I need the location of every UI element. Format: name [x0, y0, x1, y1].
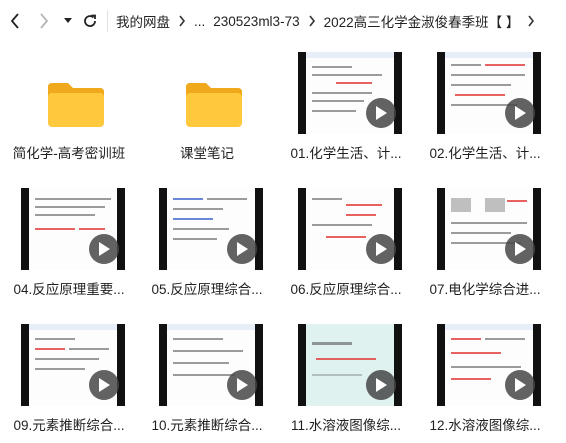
folder-tile[interactable]: 课堂笔记: [138, 42, 276, 170]
chevron-left-icon[interactable]: [4, 7, 26, 35]
video-tile[interactable]: 02.化学生活、计...: [416, 42, 554, 170]
file-name: 10.元素推断综合...: [151, 418, 263, 433]
file-name: 简化学-高考密训班: [12, 146, 126, 161]
folder-icon: [21, 52, 125, 134]
video-tile[interactable]: 05.反应原理综合...: [138, 178, 276, 306]
breadcrumb-item-current[interactable]: 2022高三化学金淑俊春季班【 】: [320, 11, 524, 31]
video-thumbnail: [298, 324, 402, 406]
video-tile[interactable]: 04.反应原理重要...: [0, 178, 138, 306]
video-thumbnail: [437, 188, 541, 270]
breadcrumb-item-ellipsis[interactable]: ...: [190, 14, 209, 29]
video-tile[interactable]: 06.反应原理综合...: [277, 178, 415, 306]
file-name: 07.电化学综合进...: [429, 282, 541, 297]
play-icon: [366, 98, 396, 128]
play-icon: [89, 370, 119, 400]
play-icon: [505, 370, 535, 400]
file-name: 12.水溶液图像综...: [429, 418, 541, 433]
play-icon: [366, 370, 396, 400]
video-thumbnail: [437, 324, 541, 406]
chevron-right-icon: [304, 15, 320, 27]
video-thumbnail: [437, 52, 541, 134]
video-thumbnail: [298, 188, 402, 270]
chevron-right-icon: [523, 15, 539, 27]
chevron-right-icon[interactable]: [33, 7, 55, 35]
play-icon: [366, 234, 396, 264]
video-tile[interactable]: 10.元素推断综合...: [138, 314, 276, 442]
file-name: 05.反应原理综合...: [151, 282, 263, 297]
toolbar-divider: [107, 10, 108, 32]
file-name: 06.反应原理综合...: [290, 282, 402, 297]
file-name: 02.化学生活、计...: [429, 146, 541, 161]
file-name: 09.元素推断综合...: [13, 418, 125, 433]
play-icon: [505, 98, 535, 128]
video-thumbnail: [298, 52, 402, 134]
breadcrumb-item-root[interactable]: 我的网盘: [112, 11, 174, 31]
video-tile[interactable]: 09.元素推断综合...: [0, 314, 138, 442]
chevron-right-icon: [174, 15, 190, 27]
video-thumbnail: [159, 188, 263, 270]
file-name: 01.化学生活、计...: [290, 146, 402, 161]
folder-icon: [159, 52, 263, 134]
video-thumbnail: [21, 324, 125, 406]
toolbar: 我的网盘 ... 230523ml3-73 2022高三化学金淑俊春季班【 】: [0, 0, 566, 42]
video-thumbnail: [159, 324, 263, 406]
video-thumbnail: [21, 188, 125, 270]
play-icon: [505, 234, 535, 264]
breadcrumb: 我的网盘 ... 230523ml3-73 2022高三化学金淑俊春季班【 】: [112, 0, 566, 42]
caret-down-icon[interactable]: [60, 7, 76, 35]
file-name: 课堂笔记: [180, 146, 234, 161]
video-tile[interactable]: 11.水溶液图像综...: [277, 314, 415, 442]
play-icon: [227, 370, 257, 400]
play-icon: [89, 234, 119, 264]
refresh-icon[interactable]: [79, 7, 101, 35]
breadcrumb-item-folder[interactable]: 230523ml3-73: [209, 14, 303, 29]
play-icon: [227, 234, 257, 264]
file-grid: 简化学-高考密训班 课堂笔记 01.化学生活、计... 02.化学生活、计...…: [0, 42, 566, 443]
video-tile[interactable]: 01.化学生活、计...: [277, 42, 415, 170]
file-name: 11.水溶液图像综...: [290, 418, 402, 433]
video-tile[interactable]: 07.电化学综合进...: [416, 178, 554, 306]
folder-tile[interactable]: 简化学-高考密训班: [0, 42, 138, 170]
file-name: 04.反应原理重要...: [13, 282, 125, 297]
video-tile[interactable]: 12.水溶液图像综...: [416, 314, 554, 442]
